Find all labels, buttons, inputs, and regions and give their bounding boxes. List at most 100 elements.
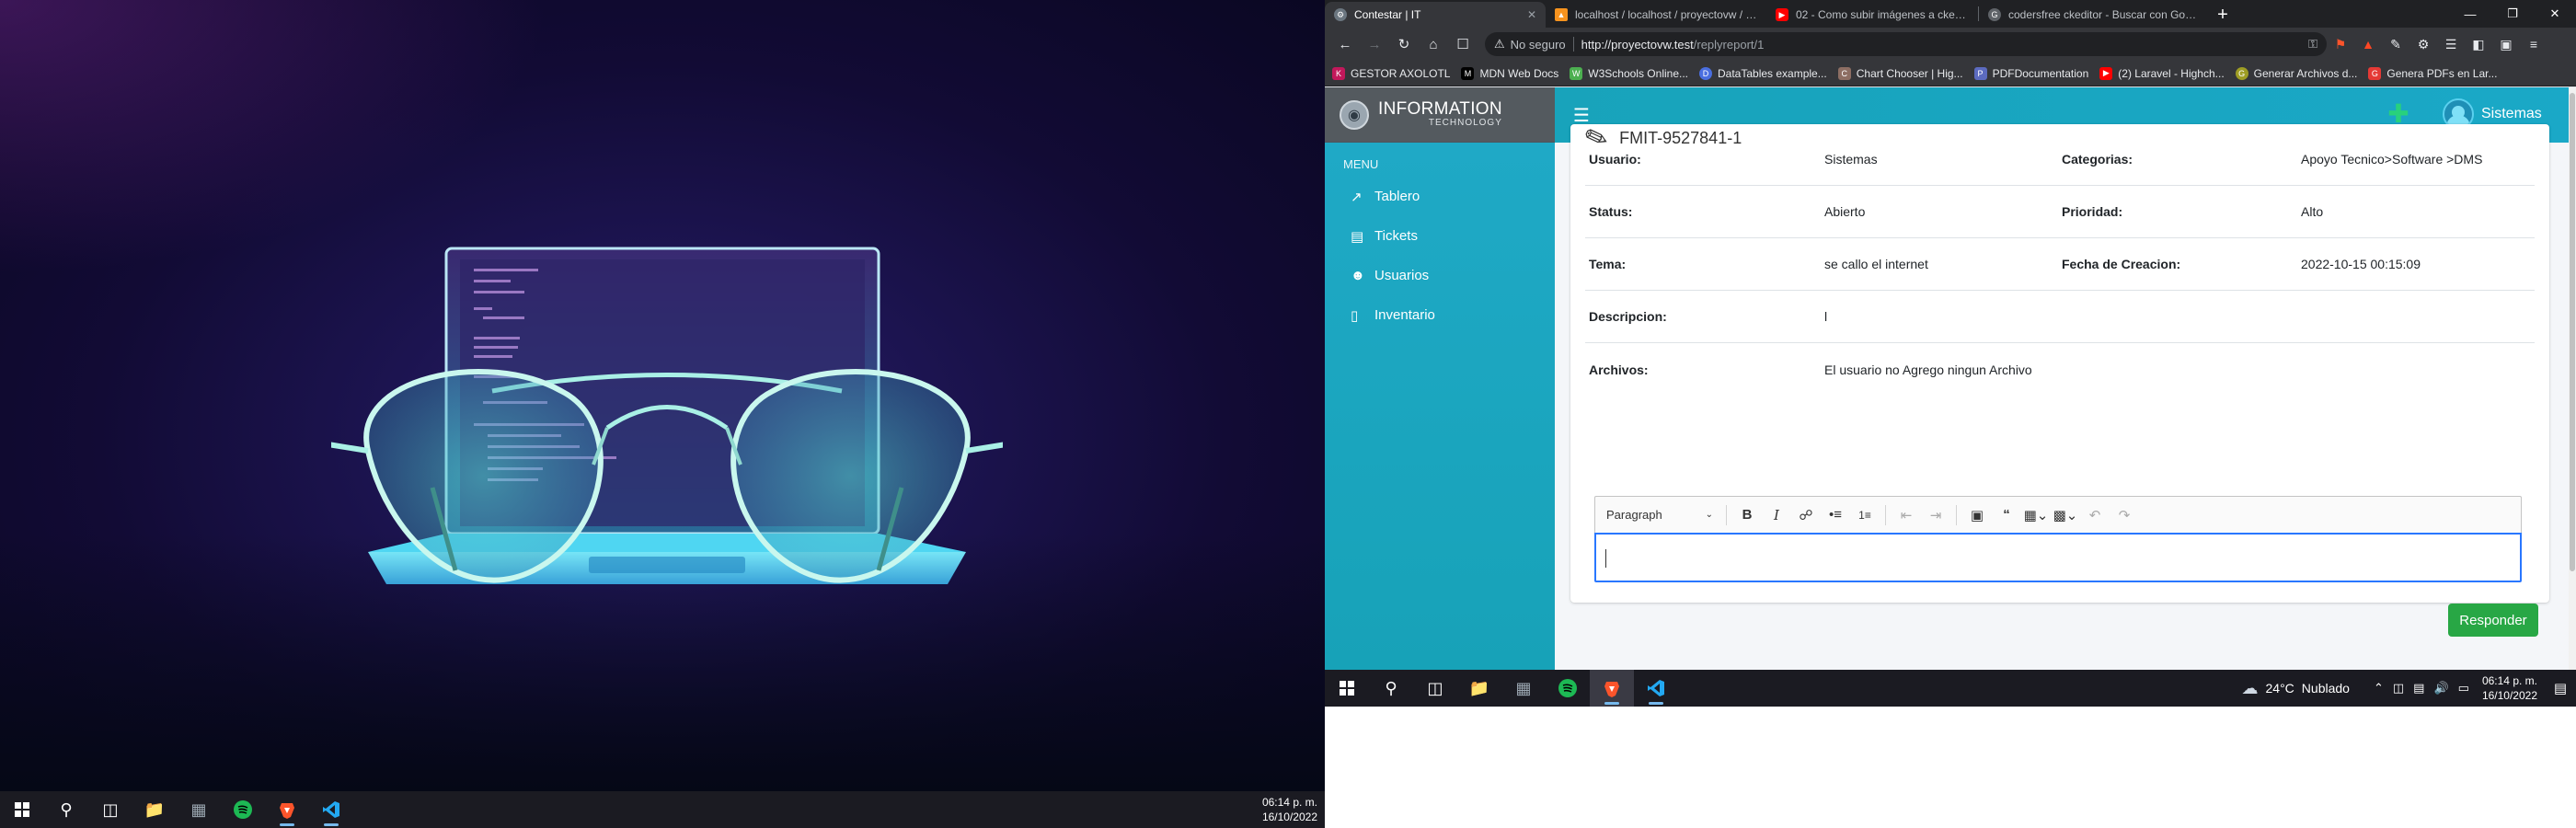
brave-shield-icon: ⚑ <box>2334 36 2347 52</box>
file-explorer-button[interactable]: 📁 <box>132 791 177 828</box>
wallet-icon: ▣ <box>2500 36 2513 52</box>
bookmark-generar-archivos[interactable]: G Generar Archivos d... <box>2235 66 2358 80</box>
restore-button[interactable]: ❐ <box>2491 0 2534 28</box>
sidebar-item-usuarios[interactable]: ☻ Usuarios <box>1325 256 1555 295</box>
start-button[interactable] <box>0 791 44 828</box>
scrollbar[interactable] <box>2569 87 2576 670</box>
reply-editor-input[interactable] <box>1594 533 2522 582</box>
redo-button[interactable]: ↷ <box>2110 501 2139 529</box>
web-page: ◉ INFORMATION TECHNOLOGY ☰ ✚ Sistemas ME… <box>1325 87 2576 670</box>
insert-table-button[interactable]: ▦⌄ <box>2021 501 2051 529</box>
table-icon: ▦⌄ <box>2023 507 2049 523</box>
brave-button[interactable] <box>1590 670 1634 707</box>
ticket-card: ✎ FMIT-9527841-1 Usuario: Sistemas Categ… <box>1570 121 2549 637</box>
bold-button[interactable]: B <box>1732 501 1762 529</box>
start-button[interactable] <box>1325 670 1369 707</box>
task-view-button[interactable]: ◫ <box>1413 670 1457 707</box>
notification-button[interactable]: ▤ <box>2545 680 2576 696</box>
quote-icon: “ <box>2003 507 2010 523</box>
minimize-button[interactable]: — <box>2449 0 2491 28</box>
tab-phpmyadmin[interactable]: ▲ localhost / localhost / proyectovw / r… <box>1546 2 1766 28</box>
brave-button[interactable] <box>265 791 309 828</box>
outdent-button[interactable]: ⇤ <box>1892 501 1921 529</box>
bookmark-pdfdoc[interactable]: P PDFDocumentation <box>1973 66 2088 80</box>
bulleted-list-button[interactable]: •≡ <box>1821 501 1850 529</box>
bookmark-w3schools[interactable]: W W3Schools Online... <box>1570 66 1688 80</box>
bookmark-datatables[interactable]: D DataTables example... <box>1699 66 1827 80</box>
tab-google[interactable]: G codersfree ckeditor - Buscar con Googl… <box>1979 2 2209 28</box>
vscode-button[interactable] <box>1634 670 1678 707</box>
brave-shields-button[interactable]: ⚑ <box>2327 31 2354 57</box>
sidebar-item-tablero[interactable]: ↗ Tablero <box>1325 177 1555 216</box>
forward-button[interactable]: → <box>1360 31 1389 57</box>
brave-rewards-button[interactable]: ▲ <box>2354 31 2382 57</box>
address-bar[interactable]: ⚠ No seguro http://proyectovw.test/reply… <box>1485 32 2327 56</box>
indent-button[interactable]: ⇥ <box>1921 501 1950 529</box>
extensions-button[interactable]: ✎ <box>2382 31 2409 57</box>
file-explorer-button[interactable]: 📁 <box>1457 670 1501 707</box>
bookmark-genera-pdfs[interactable]: G Genera PDFs en Lar... <box>2368 66 2497 80</box>
insert-media-button[interactable]: ▩⌄ <box>2051 501 2080 529</box>
brand[interactable]: ◉ INFORMATION TECHNOLOGY <box>1325 87 1555 143</box>
window-close-button[interactable]: ✕ <box>2534 0 2576 28</box>
tab-strip: ⚙ Contestar | IT ✕ ▲ localhost / localho… <box>1325 0 2576 28</box>
spotify-button[interactable] <box>1546 670 1590 707</box>
italic-button[interactable]: I <box>1762 501 1791 529</box>
network-icon[interactable]: ▤ <box>2413 681 2424 696</box>
reply-button[interactable]: Responder <box>2448 604 2538 637</box>
list-icon: ☰ <box>2444 36 2457 52</box>
bookmark-mdn[interactable]: M MDN Web Docs <box>1461 66 1558 80</box>
task-view-button[interactable]: ◫ <box>88 791 132 828</box>
paragraph-dropdown[interactable]: Paragraph ⌄ <box>1601 501 1720 529</box>
blockquote-button[interactable]: “ <box>1992 501 2021 529</box>
sidebar-item-inventario[interactable]: ▯ Inventario <box>1325 295 1555 335</box>
search-taskbar-button[interactable]: ⚲ <box>44 791 88 828</box>
close-icon[interactable]: ✕ <box>1527 8 1536 21</box>
tab-youtube[interactable]: ▶ 02 - Como subir imágenes a ckeditor ..… <box>1766 2 1978 28</box>
search-taskbar-button[interactable]: ⚲ <box>1369 670 1413 707</box>
insert-image-button[interactable]: ▣ <box>1962 501 1992 529</box>
field-value: Alto <box>2301 204 2324 219</box>
bookmark-gestor[interactable]: K GESTOR AXOLOTL <box>1332 66 1450 80</box>
bookmark-laravel-highcharts[interactable]: ▶ (2) Laravel - Highch... <box>2099 66 2225 80</box>
chevron-up-icon[interactable]: ⌃ <box>2374 681 2384 696</box>
scrollbar-thumb[interactable] <box>2570 93 2575 571</box>
numbered-list-button[interactable]: 1≡ <box>1850 501 1880 529</box>
sidebar-icon: ◧ <box>2472 36 2485 52</box>
weather-widget[interactable]: ☁ 24°C Nublado <box>2242 679 2350 698</box>
new-tab-button[interactable]: + <box>2209 2 2237 28</box>
link-button[interactable]: ☍ <box>1791 501 1821 529</box>
field-value: Sistemas <box>1824 152 1878 167</box>
bookmark-chart-chooser[interactable]: C Chart Chooser | Hig... <box>1837 66 1963 80</box>
settings-button[interactable]: ⚙ <box>2409 31 2437 57</box>
bookmark-label: Generar Archivos d... <box>2253 66 2358 80</box>
add-button[interactable]: ✚ <box>2385 99 2412 128</box>
wallet-button[interactable]: ▣ <box>2492 31 2520 57</box>
app-button[interactable]: ▦ <box>1501 670 1546 707</box>
vscode-button[interactable] <box>309 791 353 828</box>
bookmark-button[interactable]: ☐ <box>1448 31 1478 57</box>
sidebar-item-tickets[interactable]: ▤ Tickets <box>1325 216 1555 256</box>
weather-temp: 24°C <box>2265 681 2294 696</box>
tab-contestar[interactable]: ⚙ Contestar | IT ✕ <box>1325 2 1546 28</box>
clock[interactable]: 06:14 p. m. 16/10/2022 <box>1262 795 1325 824</box>
back-button[interactable]: ← <box>1330 31 1360 57</box>
vscode-icon <box>323 801 339 818</box>
notification-icon: ▤ <box>2553 681 2568 696</box>
reading-list-button[interactable]: ☰ <box>2437 31 2465 57</box>
gear-icon: ⚙ <box>2417 36 2430 52</box>
bulleted-list-icon: •≡ <box>1828 507 1842 523</box>
tray-app-icon[interactable]: ◫ <box>2393 681 2404 696</box>
battery-icon[interactable]: ▭ <box>2458 681 2469 696</box>
clock[interactable]: 06:14 p. m. 16/10/2022 <box>2482 673 2545 703</box>
undo-button[interactable]: ↶ <box>2080 501 2110 529</box>
reload-button[interactable]: ↻ <box>1389 31 1419 57</box>
field-label: Categorias: <box>2062 152 2133 167</box>
key-icon[interactable]: ⚿ <box>2308 37 2317 52</box>
app-button[interactable]: ▦ <box>177 791 221 828</box>
sidebar-button[interactable]: ◧ <box>2465 31 2492 57</box>
menu-button[interactable]: ≡ <box>2520 31 2547 57</box>
volume-icon[interactable]: 🔊 <box>2433 681 2448 696</box>
home-button[interactable]: ⌂ <box>1419 31 1448 57</box>
spotify-button[interactable] <box>221 791 265 828</box>
